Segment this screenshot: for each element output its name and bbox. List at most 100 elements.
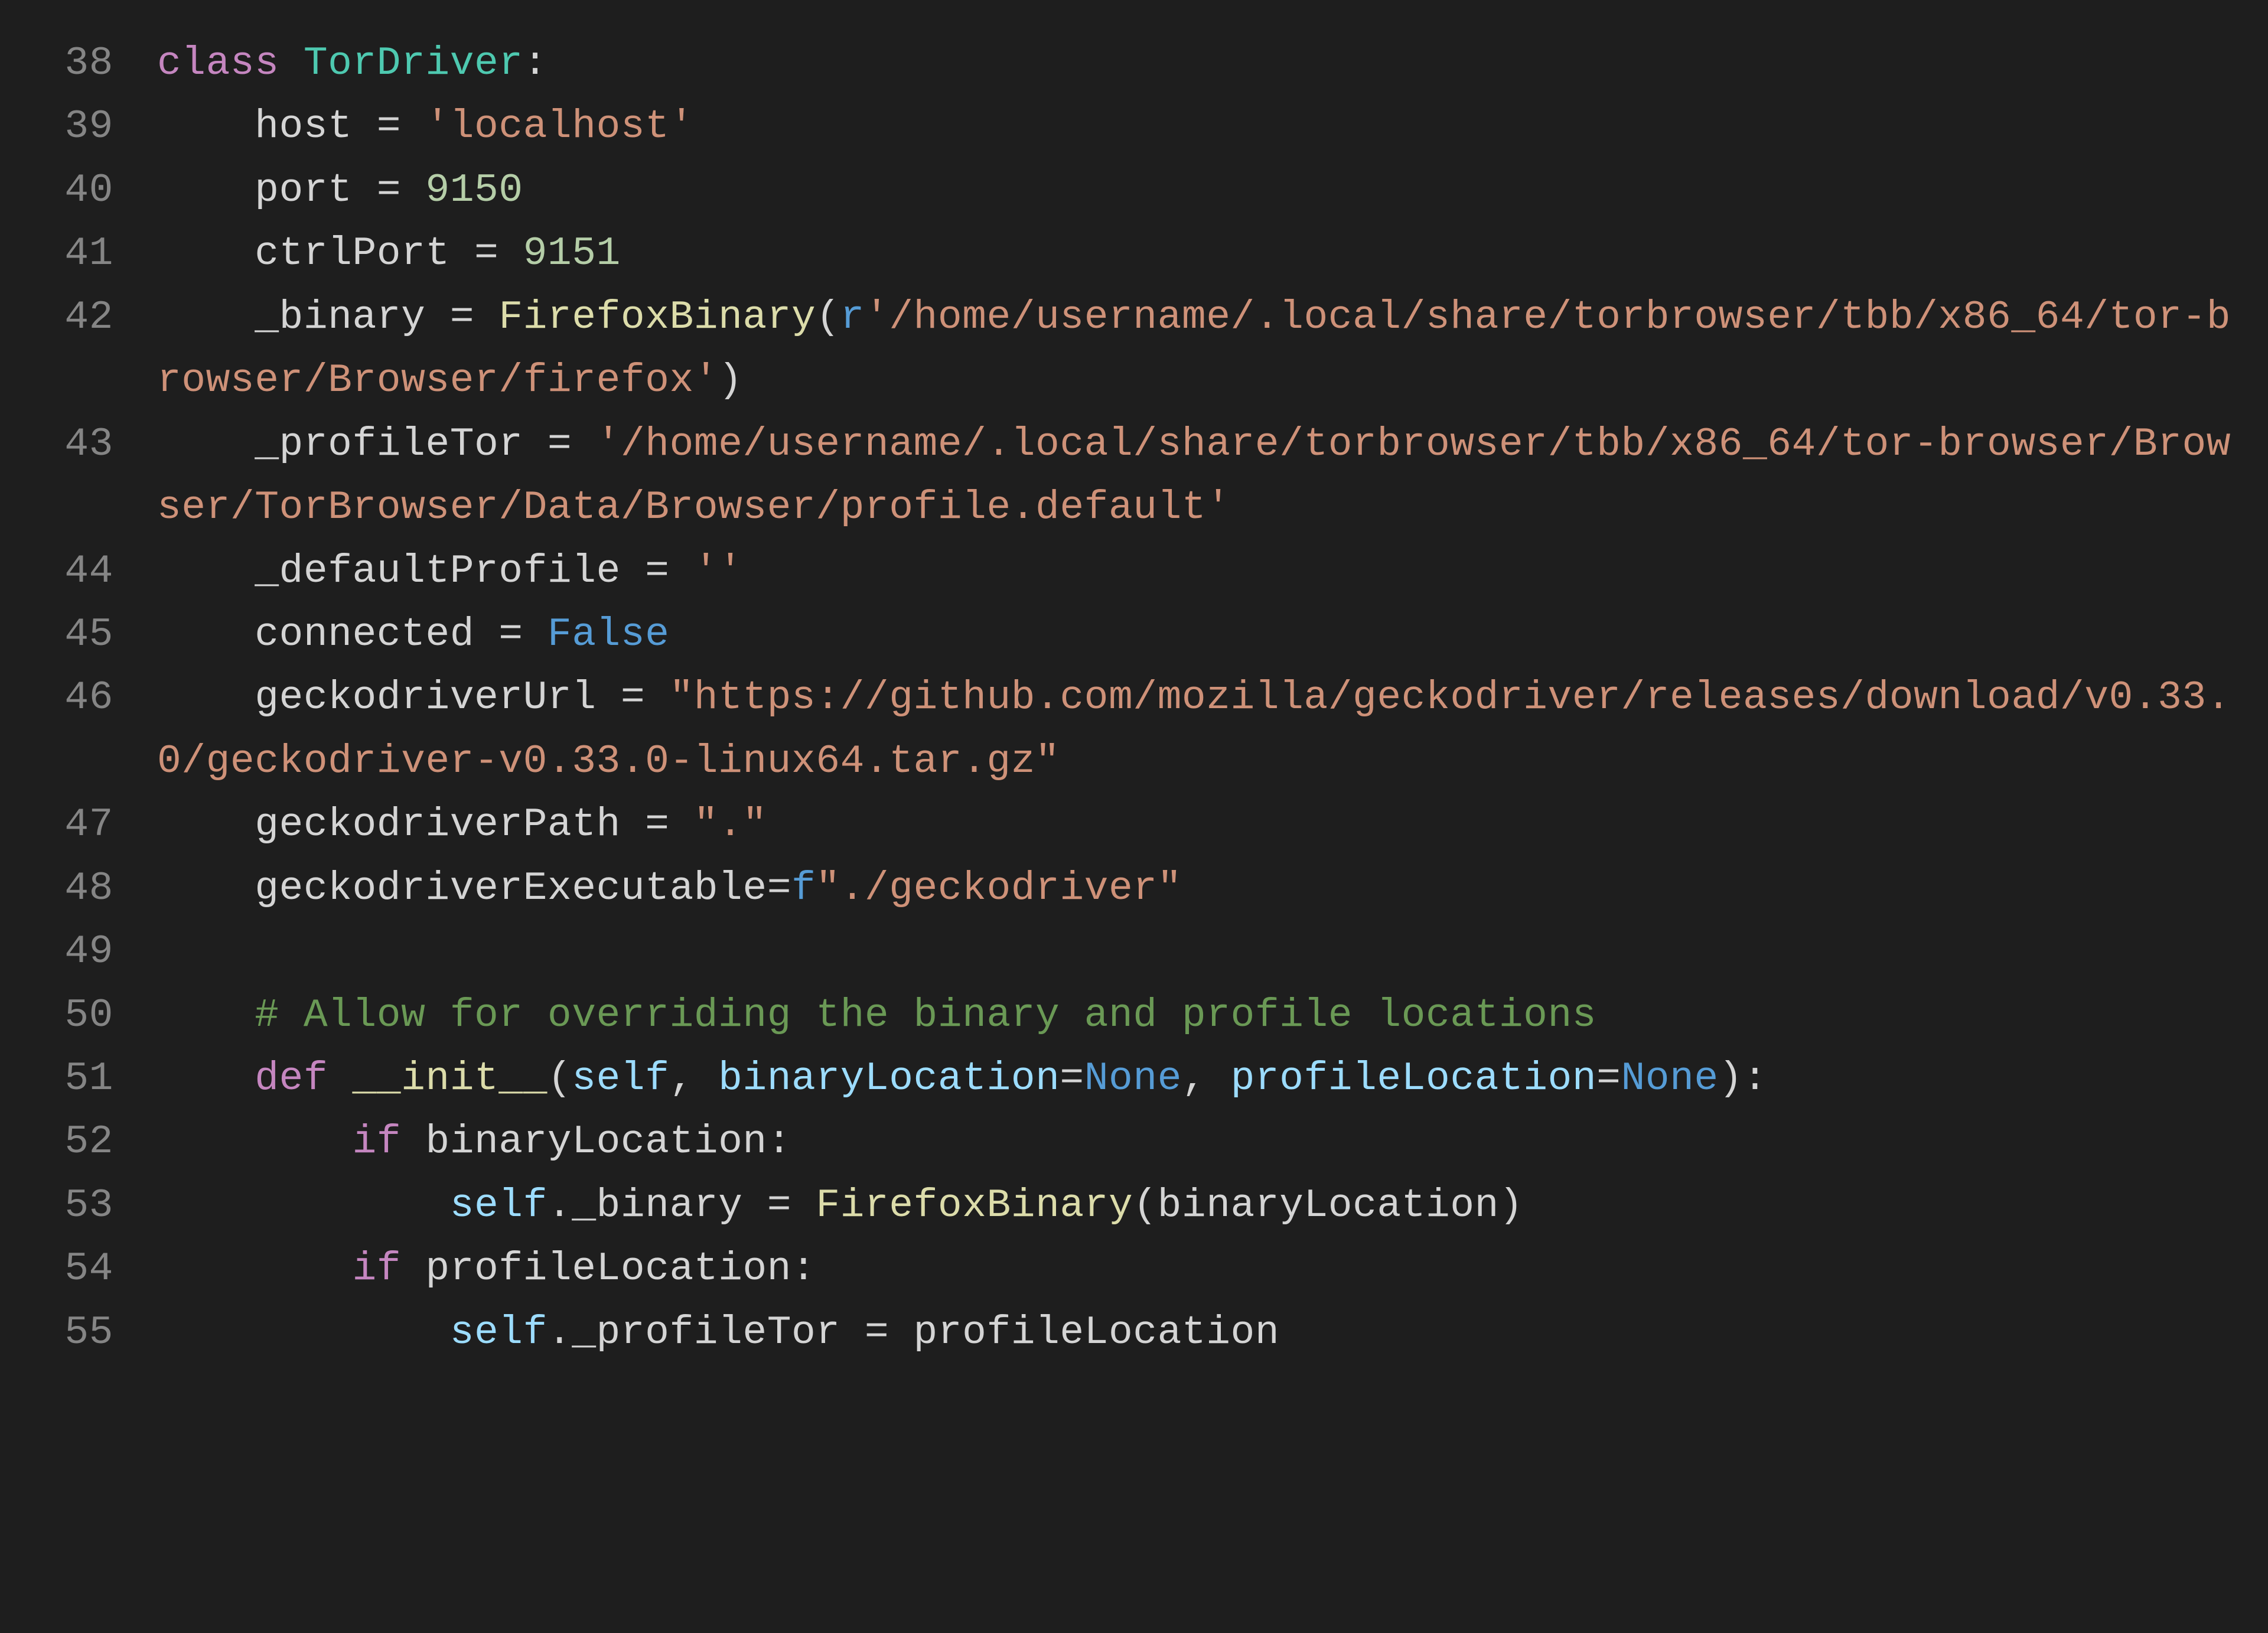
token-op bbox=[279, 41, 304, 86]
line-number: 48 bbox=[24, 857, 157, 920]
line-number: 55 bbox=[24, 1301, 157, 1364]
token-op bbox=[401, 1246, 425, 1292]
token-op bbox=[157, 422, 255, 467]
line-number: 47 bbox=[24, 793, 157, 856]
token-op: , bbox=[1182, 1056, 1231, 1101]
token-op: = bbox=[621, 549, 694, 594]
token-const: None bbox=[1621, 1056, 1718, 1101]
code-line[interactable]: 44 _defaultProfile = '' bbox=[24, 540, 2244, 603]
code-content[interactable]: ctrlPort = 9151 bbox=[157, 222, 2244, 285]
token-kw: class bbox=[157, 41, 279, 86]
line-number: 41 bbox=[24, 222, 157, 285]
token-str: 'localhost' bbox=[425, 104, 693, 149]
code-line[interactable]: 41 ctrlPort = 9151 bbox=[24, 222, 2244, 285]
token-op bbox=[157, 866, 255, 911]
code-line[interactable]: 42 _binary = FirefoxBinary(r'/home/usern… bbox=[24, 286, 2244, 413]
line-number: 44 bbox=[24, 540, 157, 603]
code-content[interactable]: connected = False bbox=[157, 603, 2244, 666]
line-number: 45 bbox=[24, 603, 157, 666]
line-number: 53 bbox=[24, 1174, 157, 1237]
token-ident: geckodriverUrl bbox=[255, 675, 596, 721]
token-op: , bbox=[669, 1056, 718, 1101]
line-number: 46 bbox=[24, 666, 157, 729]
token-num: 9150 bbox=[425, 168, 523, 213]
code-content[interactable]: geckodriverPath = "." bbox=[157, 793, 2244, 856]
line-number: 50 bbox=[24, 984, 157, 1047]
code-content[interactable]: _profileTor = '/home/username/.local/sha… bbox=[157, 413, 2244, 540]
code-content[interactable]: geckodriverUrl = "https://github.com/moz… bbox=[157, 666, 2244, 793]
line-number: 49 bbox=[24, 920, 157, 983]
line-number: 51 bbox=[24, 1047, 157, 1110]
line-number: 42 bbox=[24, 286, 157, 349]
token-op bbox=[157, 549, 255, 594]
code-content[interactable]: class TorDriver: bbox=[157, 32, 2244, 95]
code-content[interactable]: geckodriverExecutable=f"./geckodriver" bbox=[157, 857, 2244, 920]
code-content[interactable]: port = 9150 bbox=[157, 159, 2244, 222]
code-content[interactable]: # Allow for overriding the binary and pr… bbox=[157, 984, 2244, 1047]
token-op: = bbox=[425, 295, 498, 340]
token-op: . bbox=[548, 1183, 572, 1228]
token-op: ): bbox=[1719, 1056, 1768, 1101]
code-line[interactable]: 48 geckodriverExecutable=f"./geckodriver… bbox=[24, 857, 2244, 920]
code-line[interactable]: 38class TorDriver: bbox=[24, 32, 2244, 95]
token-op: : bbox=[767, 1119, 791, 1165]
token-ident: geckodriverPath bbox=[255, 802, 621, 848]
code-content[interactable]: host = 'localhost' bbox=[157, 95, 2244, 158]
code-line[interactable]: 53 self._binary = FirefoxBinary(binaryLo… bbox=[24, 1174, 2244, 1237]
token-ident: ctrlPort bbox=[255, 231, 449, 276]
token-op bbox=[157, 675, 255, 721]
code-content[interactable]: _binary = FirefoxBinary(r'/home/username… bbox=[157, 286, 2244, 413]
token-op bbox=[157, 1119, 352, 1165]
code-line[interactable]: 54 if profileLocation: bbox=[24, 1237, 2244, 1300]
code-line[interactable]: 46 geckodriverUrl = "https://github.com/… bbox=[24, 666, 2244, 793]
code-content[interactable]: _defaultProfile = '' bbox=[157, 540, 2244, 603]
code-line[interactable]: 51 def __init__(self, binaryLocation=Non… bbox=[24, 1047, 2244, 1110]
token-param: binaryLocation bbox=[718, 1056, 1060, 1101]
token-op bbox=[157, 1310, 450, 1355]
code-editor[interactable]: 38class TorDriver:39 host = 'localhost'4… bbox=[0, 0, 2268, 1388]
token-ident: connected bbox=[255, 612, 474, 657]
code-content[interactable]: if binaryLocation: bbox=[157, 1110, 2244, 1174]
token-param: self bbox=[450, 1310, 548, 1355]
code-line[interactable]: 39 host = 'localhost' bbox=[24, 95, 2244, 158]
token-op: ( bbox=[1133, 1183, 1157, 1228]
token-op: : bbox=[523, 41, 548, 86]
token-param: self bbox=[450, 1183, 548, 1228]
token-op bbox=[157, 104, 255, 149]
code-line[interactable]: 55 self._profileTor = profileLocation bbox=[24, 1301, 2244, 1364]
token-op: = bbox=[840, 1310, 914, 1355]
token-const: None bbox=[1084, 1056, 1182, 1101]
token-param: self bbox=[572, 1056, 669, 1101]
code-line[interactable]: 40 port = 9150 bbox=[24, 159, 2244, 222]
code-line[interactable]: 49 bbox=[24, 920, 2244, 983]
token-op bbox=[401, 1119, 425, 1165]
code-content[interactable]: self._profileTor = profileLocation bbox=[157, 1301, 2244, 1364]
token-ident: host bbox=[255, 104, 352, 149]
token-op: = bbox=[352, 104, 425, 149]
token-op bbox=[157, 231, 255, 276]
token-op: . bbox=[548, 1310, 572, 1355]
token-op bbox=[157, 1183, 450, 1228]
token-dunder: __init__ bbox=[352, 1056, 547, 1101]
line-number: 38 bbox=[24, 32, 157, 95]
token-op: : bbox=[791, 1246, 816, 1292]
token-op: = bbox=[1060, 1056, 1084, 1101]
code-line[interactable]: 50 # Allow for overriding the binary and… bbox=[24, 984, 2244, 1047]
token-ident: binaryLocation bbox=[1158, 1183, 1499, 1228]
token-ident: _binary bbox=[255, 295, 425, 340]
code-content[interactable]: if profileLocation: bbox=[157, 1237, 2244, 1300]
code-line[interactable]: 47 geckodriverPath = "." bbox=[24, 793, 2244, 856]
line-number: 43 bbox=[24, 413, 157, 476]
code-content[interactable]: def __init__(self, binaryLocation=None, … bbox=[157, 1047, 2244, 1110]
token-op bbox=[157, 1056, 255, 1101]
token-cmt: # Allow for overriding the binary and pr… bbox=[255, 993, 1596, 1038]
code-line[interactable]: 52 if binaryLocation: bbox=[24, 1110, 2244, 1174]
line-number: 54 bbox=[24, 1237, 157, 1300]
token-op: = bbox=[767, 866, 791, 911]
code-content[interactable]: self._binary = FirefoxBinary(binaryLocat… bbox=[157, 1174, 2244, 1237]
code-line[interactable]: 43 _profileTor = '/home/username/.local/… bbox=[24, 413, 2244, 540]
token-op: = bbox=[621, 802, 694, 848]
code-line[interactable]: 45 connected = False bbox=[24, 603, 2244, 666]
token-op: ) bbox=[1499, 1183, 1523, 1228]
token-op bbox=[157, 993, 255, 1038]
